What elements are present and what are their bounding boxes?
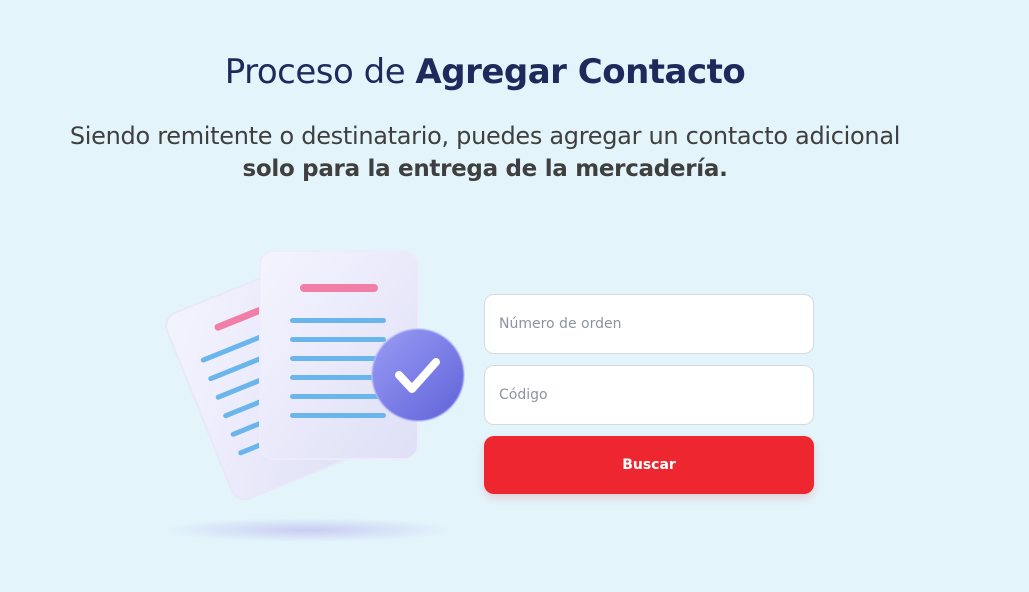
search-order-form: Buscar (484, 294, 814, 494)
documents-checkmark-icon (158, 238, 478, 548)
page-subtitle: Siendo remitente o destinatario, puedes … (0, 120, 970, 186)
page-title-bold: Agregar Contacto (415, 52, 746, 92)
search-button[interactable]: Buscar (484, 436, 814, 494)
page-title: Proceso de Agregar Contacto (0, 52, 970, 92)
order-number-input[interactable] (484, 294, 814, 354)
subtitle-line-1: Siendo remitente o destinatario, puedes … (69, 122, 901, 150)
check-badge-icon (371, 328, 465, 422)
page-title-regular: Proceso de (224, 52, 416, 92)
subtitle-line-2: solo para la entrega de la mercadería. (242, 156, 728, 182)
illustration-shadow (163, 518, 453, 542)
code-input[interactable] (484, 365, 814, 425)
